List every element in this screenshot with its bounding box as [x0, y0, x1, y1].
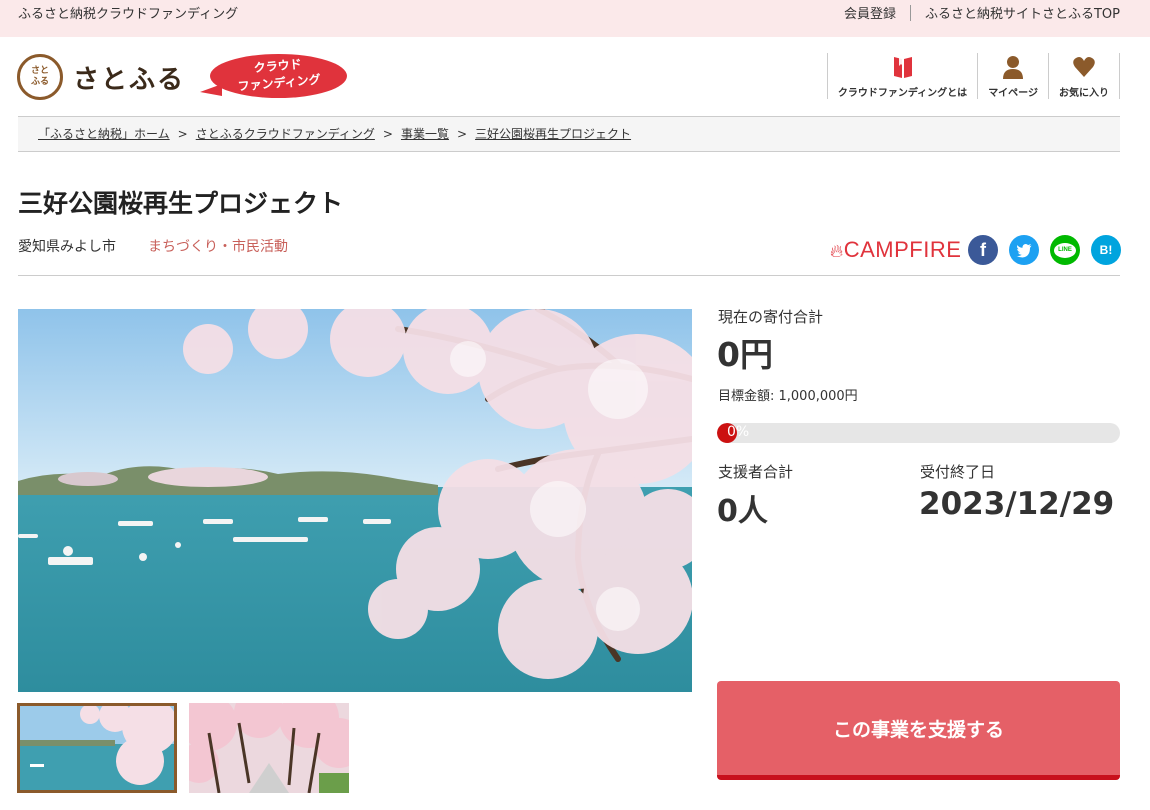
nav-label: クラウドファンディングとは: [837, 88, 968, 99]
donation-total-value: 0円: [717, 335, 773, 374]
project-category-link[interactable]: まちづくり・市民活動: [148, 236, 288, 256]
line-icon[interactable]: LINE: [1050, 235, 1080, 265]
hatena-icon[interactable]: B!: [1091, 235, 1121, 265]
twitter-icon[interactable]: [1009, 235, 1039, 265]
top-strip: ふるさと納税クラウドファンディング 会員登録 ふるさと納税サイトさとふるTOP: [0, 0, 1150, 37]
thumbnail-lake-image: [20, 706, 174, 790]
line-glyph: LINE: [1058, 247, 1072, 253]
breadcrumb-current[interactable]: 三好公園桜再生プロジェクト: [475, 127, 631, 141]
campfire-logo-text: CAMPFIRE: [843, 237, 962, 262]
nav-favorites[interactable]: お気に入り: [1048, 53, 1120, 99]
nav-label: マイページ: [988, 88, 1038, 99]
breadcrumb-separator: >: [382, 127, 393, 141]
progress-percent: 0%: [727, 424, 750, 440]
link-divider: [909, 4, 911, 21]
satofull-top-link[interactable]: ふるさと納税サイトさとふるTOP: [925, 3, 1120, 22]
breadcrumb-separator: >: [177, 127, 188, 141]
logo-mark-icon: さと ふる: [17, 54, 63, 100]
goal-amount: 目標金額: 1,000,000円: [718, 389, 858, 404]
facebook-glyph: f: [980, 239, 986, 260]
cherry-blossom-lake-image: [18, 309, 692, 692]
header-divider: [18, 275, 1120, 276]
book-icon: [893, 56, 912, 78]
social-share-buttons: f LINE B!: [968, 235, 1121, 265]
nav-mypage[interactable]: マイページ: [977, 53, 1048, 99]
main-project-image[interactable]: [18, 309, 692, 692]
nav-label: お気に入り: [1059, 88, 1109, 99]
site-tagline: ふるさと納税クラウドファンディング: [18, 7, 239, 22]
logo-text: さとふる: [73, 64, 186, 95]
breadcrumb: 「ふるさと納税」ホーム > さとふるクラウドファンディング > 事業一覧 > 三好公園桜再生…: [18, 116, 1120, 152]
crowdfunding-badge[interactable]: クラウド ファンディング: [200, 54, 347, 100]
supporters-label: 支援者合計: [718, 463, 794, 481]
campfire-logo[interactable]: 🔥︎CAMPFIRE: [830, 237, 961, 263]
donation-total-label: 現在の寄付合計: [718, 308, 824, 326]
satofull-logo[interactable]: さと ふる さとふる: [17, 54, 185, 100]
supporters-value: 0人: [717, 494, 768, 529]
thumbnail-tunnel-image: [189, 703, 349, 793]
page-title: 三好公園桜再生プロジェクト: [18, 189, 344, 218]
nav-about-crowdfunding[interactable]: クラウドファンディングとは: [826, 53, 977, 99]
project-region: 愛知県みよし市: [18, 239, 116, 255]
breadcrumb-separator: >: [456, 127, 468, 141]
breadcrumb-crowdfunding[interactable]: さとふるクラウドファンディング: [196, 127, 375, 141]
top-links: 会員登録 ふるさと納税サイトさとふるTOP: [844, 3, 1120, 22]
twitter-bird-glyph: [1016, 244, 1032, 258]
support-project-button[interactable]: この事業を支援する: [717, 681, 1120, 780]
line-bubble-glyph: LINE: [1054, 242, 1076, 258]
heart-icon: [1073, 57, 1095, 77]
deadline-label: 受付終了日: [920, 463, 996, 481]
header-nav: クラウドファンディングとは マイページ お気に入り: [826, 53, 1120, 99]
flame-icon: 🔥︎: [830, 241, 844, 261]
thumbnail-1[interactable]: [17, 703, 177, 793]
facebook-icon[interactable]: f: [968, 235, 998, 265]
user-icon: [1003, 56, 1024, 79]
hatena-glyph: B!: [1099, 243, 1113, 257]
progress-bar: 0%: [717, 423, 1120, 443]
member-register-link[interactable]: 会員登録: [844, 3, 896, 22]
breadcrumb-home[interactable]: 「ふるさと納税」ホーム: [38, 127, 170, 141]
deadline-value: 2023/12/29: [919, 486, 1115, 522]
thumbnail-2[interactable]: [189, 703, 349, 793]
breadcrumb-project-list[interactable]: 事業一覧: [401, 127, 449, 141]
